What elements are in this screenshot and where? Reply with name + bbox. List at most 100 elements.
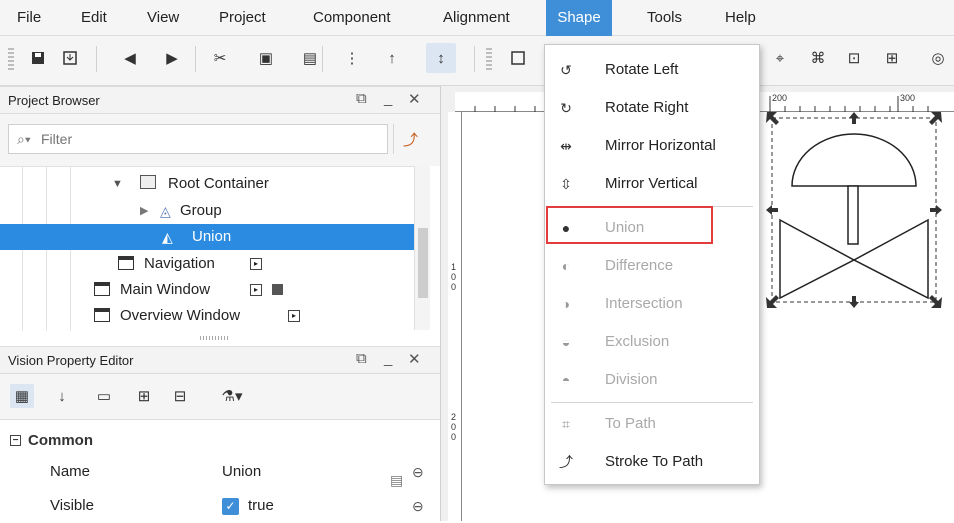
property-value[interactable]: Union	[222, 455, 261, 489]
mirror-horizontal-icon: ⇹	[560, 138, 572, 154]
filter-properties-icon[interactable]: ⚗▾	[220, 384, 244, 408]
toolbar-grip[interactable]	[8, 48, 14, 72]
union-highlight-box	[546, 206, 713, 244]
property-editor-title: Vision Property Editor	[8, 353, 134, 368]
menu-item-to-path[interactable]: ⌗ To Path	[545, 405, 759, 443]
locate-icon[interactable]: ⤴	[393, 124, 427, 154]
same-size-icon[interactable]: ⊡	[842, 46, 866, 70]
menu-view[interactable]: View	[136, 0, 190, 36]
minimize-icon[interactable]: _	[384, 90, 392, 107]
property-editor-header: Vision Property Editor ⧉ _ ✕	[0, 346, 440, 374]
save-to-icon[interactable]	[58, 46, 82, 70]
copy-icon[interactable]: ▣	[254, 46, 278, 70]
panel-splitter[interactable]	[200, 336, 230, 340]
tree-item-label: Main Window	[120, 281, 211, 298]
project-tree: ▼ Root Container ▶ ◬ Group ◭ Union Navig…	[0, 166, 430, 331]
visible-checkbox[interactable]: ✓	[222, 498, 239, 515]
collapse-all-icon[interactable]: ⊟	[168, 384, 192, 408]
close-icon[interactable]: ✕	[408, 90, 421, 108]
menu-item-exclusion[interactable]: ◒ Exclusion	[545, 323, 759, 361]
menu-item-division[interactable]: ◓ Division	[545, 361, 759, 399]
property-value: true	[248, 497, 274, 514]
property-row-name[interactable]: Name Union ▤ ⊖	[0, 455, 440, 489]
tree-item-root-container[interactable]: ▼ Root Container	[0, 171, 414, 197]
tree-item-union[interactable]: ◭ Union	[0, 224, 414, 250]
collapse-arrow-icon[interactable]: ▼	[112, 171, 123, 197]
tree-item-overview-window[interactable]: Overview Window ▸	[0, 303, 414, 329]
float-icon[interactable]: ⧉	[356, 350, 367, 367]
menu-help[interactable]: Help	[714, 0, 767, 36]
menu-file[interactable]: File	[6, 0, 52, 36]
to-path-icon: ⌗	[562, 416, 570, 432]
property-key: Visible	[50, 497, 94, 514]
ruler-label: 0	[451, 432, 457, 442]
undo-icon[interactable]: ◀	[118, 46, 142, 70]
menu-item-mirror-vertical[interactable]: ⇳ Mirror Vertical	[545, 165, 759, 203]
exclusion-icon: ◒	[561, 334, 571, 350]
filter-box: ⌕▾	[8, 124, 388, 154]
ruler-label: 1	[451, 262, 457, 272]
distribute-icon[interactable]: ⌘	[806, 46, 830, 70]
menu-project[interactable]: Project	[208, 0, 277, 36]
menu-item-stroke-to-path[interactable]: ⤴ Stroke To Path	[545, 443, 759, 481]
open-window-icon[interactable]: ▸	[250, 258, 262, 270]
category-label: Common	[28, 432, 93, 449]
window-icon	[118, 256, 134, 270]
ruler-label: 200	[772, 93, 788, 103]
menu-edit[interactable]: Edit	[70, 0, 118, 36]
property-key: Name	[50, 463, 91, 480]
rectangle-icon[interactable]	[506, 46, 530, 70]
tree-item-group[interactable]: ▶ ◬ Group	[0, 198, 414, 224]
tree-item-main-window[interactable]: Main Window ▸	[0, 277, 414, 303]
tree-item-navigation[interactable]: Navigation ▸	[0, 251, 414, 277]
float-icon[interactable]: ⧉	[356, 90, 367, 107]
open-window-icon[interactable]: ▸	[250, 284, 262, 296]
open-window-icon[interactable]: ▸	[288, 310, 300, 322]
ruler-label: 300	[900, 93, 916, 103]
snap-icon[interactable]: ⋮	[340, 46, 364, 70]
bring-forward-icon[interactable]: ↑	[380, 46, 404, 70]
category-common[interactable]: − Common	[0, 424, 440, 458]
menu-component[interactable]: Component	[302, 0, 402, 36]
menu-tools[interactable]: Tools	[636, 0, 693, 36]
window-icon	[94, 282, 110, 296]
redo-icon[interactable]: ▶	[160, 46, 184, 70]
menu-alignment[interactable]: Alignment	[432, 0, 521, 36]
filter-input[interactable]	[39, 129, 379, 149]
menu-item-rotate-left[interactable]: ↺ Rotate Left	[545, 51, 759, 89]
cut-icon[interactable]: ✂	[208, 46, 232, 70]
close-icon[interactable]: ✕	[408, 350, 421, 368]
tree-scrollbar[interactable]	[414, 166, 430, 330]
menu-shape[interactable]: Shape	[546, 0, 612, 36]
save-icon[interactable]	[26, 46, 50, 70]
paste-icon[interactable]: ▤	[298, 46, 322, 70]
menu-item-difference[interactable]: ◐ Difference	[545, 247, 759, 285]
description-icon[interactable]: ▭	[92, 384, 116, 408]
expand-all-icon[interactable]: ⊞	[132, 384, 156, 408]
categorized-icon[interactable]: ▦	[10, 384, 34, 408]
minimize-icon[interactable]: _	[384, 350, 392, 367]
menu-item-mirror-horizontal[interactable]: ⇹ Mirror Horizontal	[545, 127, 759, 165]
sort-az-icon[interactable]: ↓	[50, 384, 74, 408]
align-icon[interactable]: ⌖	[768, 46, 792, 70]
binding-link-icon[interactable]: ⊖	[412, 489, 424, 523]
tree-item-label: Union	[192, 228, 232, 245]
property-row-visible[interactable]: Visible ✓ true ⊖	[0, 489, 440, 523]
menu-bar: File Edit View Project Component Alignme…	[0, 0, 954, 36]
collapse-icon[interactable]: −	[10, 435, 21, 446]
menu-item-rotate-right[interactable]: ↻ Rotate Right	[545, 89, 759, 127]
more-icon[interactable]: ◎	[926, 46, 950, 70]
menu-item-intersection[interactable]: ◑ Intersection	[545, 285, 759, 323]
toolbar-grip-2[interactable]	[486, 48, 492, 72]
difference-icon: ◐	[561, 258, 571, 274]
scroll-thumb[interactable]	[418, 228, 428, 298]
grid-icon[interactable]: ⊞	[880, 46, 904, 70]
stroke-to-path-icon: ⤴	[559, 454, 573, 470]
tree-item-label: Overview Window	[120, 307, 241, 324]
send-backward-icon[interactable]: ↕	[426, 43, 456, 73]
property-editor-toolbar: ▦ ↓ ▭ ⊞ ⊟ ⚗▾	[0, 374, 440, 420]
expand-arrow-icon[interactable]: ▶	[140, 198, 148, 224]
root-container-icon	[140, 175, 156, 189]
binding-link-icon[interactable]: ⊖	[412, 455, 424, 489]
mirror-vertical-icon: ⇳	[560, 176, 572, 192]
